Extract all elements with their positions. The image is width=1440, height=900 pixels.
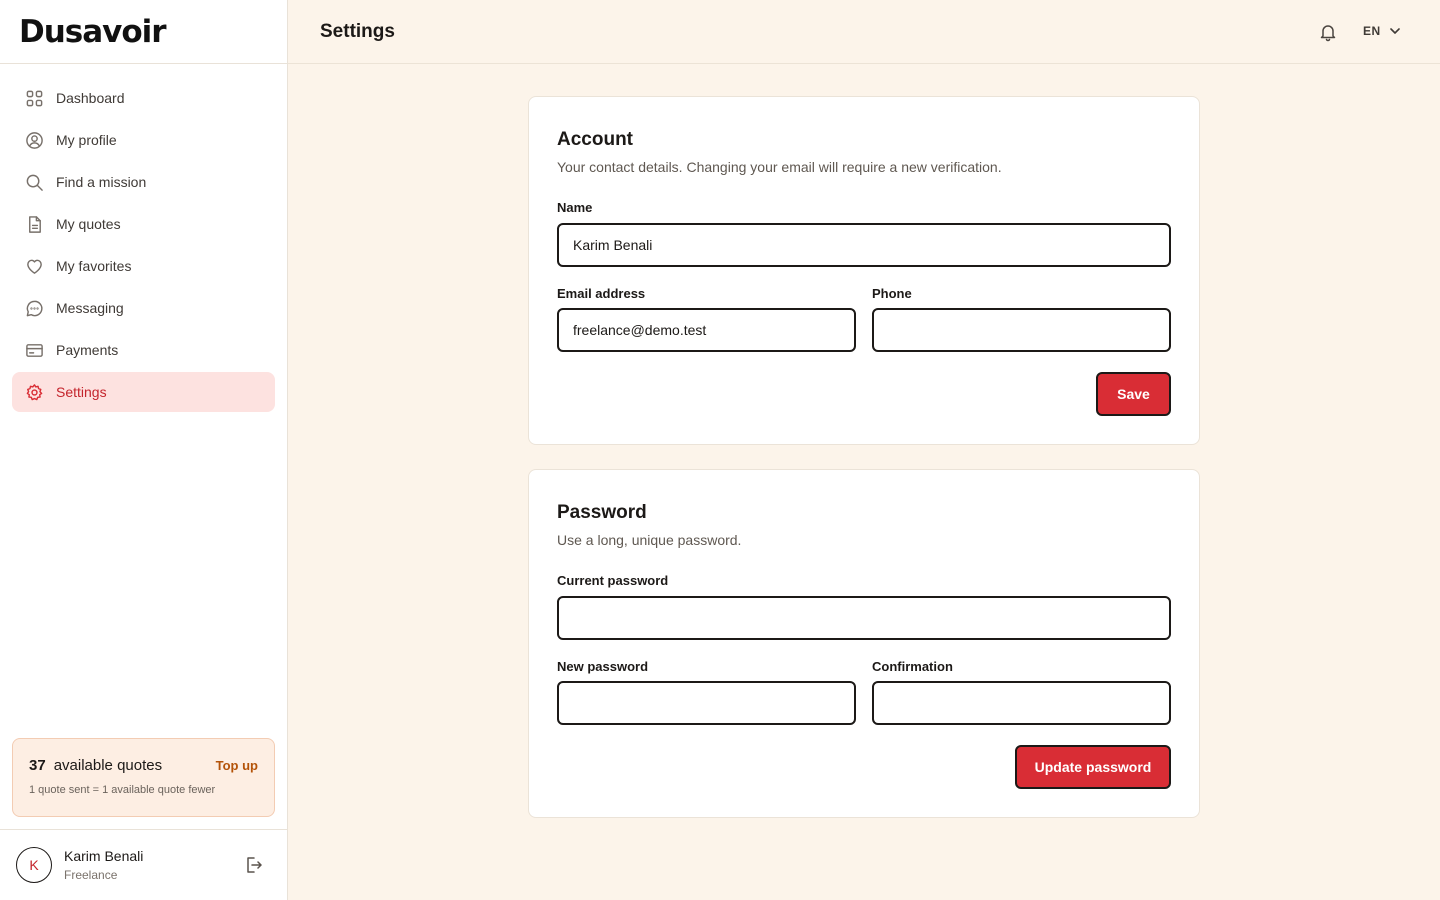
language-label: EN	[1363, 24, 1381, 38]
document-icon	[24, 214, 44, 234]
sidebar-item-label: Payments	[56, 342, 119, 358]
current-password-field[interactable]	[557, 596, 1171, 640]
sidebar-item-label: Settings	[56, 384, 107, 400]
sidebar-item-dashboard[interactable]: Dashboard	[12, 78, 275, 118]
heart-icon	[24, 256, 44, 276]
sidebar: Dusavoir Dashboard My profile Find a mis…	[0, 0, 288, 900]
confirmation-field[interactable]	[872, 681, 1171, 725]
sidebar-item-label: My quotes	[56, 216, 121, 232]
name-label: Name	[557, 200, 593, 215]
bell-icon[interactable]	[1318, 22, 1338, 42]
account-card: Account Your contact details. Changing y…	[528, 96, 1200, 445]
save-button[interactable]: Save	[1096, 372, 1171, 416]
sidebar-item-messaging[interactable]: Messaging	[12, 288, 275, 328]
new-password-label: New password	[557, 659, 649, 674]
quota-count: 37 available quotes	[29, 757, 162, 774]
sidebar-item-find-a-mission[interactable]: Find a mission	[12, 162, 275, 202]
account-title: Account	[557, 129, 633, 150]
brand-name: Dusavoir	[19, 13, 167, 50]
credit-card-icon	[24, 340, 44, 360]
sidebar-item-settings[interactable]: Settings	[12, 372, 275, 412]
sidebar-nav: Dashboard My profile Find a mission My q…	[0, 64, 287, 428]
sidebar-item-my-favorites[interactable]: My favorites	[12, 246, 275, 286]
user-panel: K Karim Benali Freelance	[0, 829, 287, 900]
name-field[interactable]	[557, 223, 1171, 267]
phone-label: Phone	[872, 286, 912, 301]
sidebar-item-label: My favorites	[56, 258, 132, 274]
user-name: Karim Benali	[64, 848, 144, 864]
chat-icon	[24, 298, 44, 318]
sidebar-item-payments[interactable]: Payments	[12, 330, 275, 370]
quota-label: available quotes	[53, 757, 163, 774]
user-role: Freelance	[64, 868, 118, 882]
sidebar-item-label: Find a mission	[56, 174, 147, 190]
email-label: Email address	[557, 286, 646, 301]
logout-icon[interactable]	[243, 855, 263, 875]
quota-number: 37	[29, 757, 46, 774]
avatar[interactable]: K	[16, 847, 52, 883]
sidebar-item-my-quotes[interactable]: My quotes	[12, 204, 275, 244]
quota-note: 1 quote sent = 1 available quote fewer	[29, 784, 216, 796]
confirmation-label: Confirmation	[872, 659, 953, 674]
search-icon	[24, 172, 44, 192]
chevron-down-icon	[1389, 28, 1400, 34]
update-password-button[interactable]: Update password	[1015, 745, 1171, 789]
email-field[interactable]	[557, 308, 856, 352]
top-bar: Settings EN	[288, 0, 1440, 64]
sidebar-item-my-profile[interactable]: My profile	[12, 120, 275, 160]
phone-field[interactable]	[872, 308, 1171, 352]
top-up-link[interactable]: Top up	[216, 758, 258, 773]
language-selector[interactable]: EN	[1363, 24, 1401, 38]
sidebar-item-label: Dashboard	[56, 90, 125, 106]
password-title: Password	[557, 502, 647, 523]
grid-icon	[24, 88, 44, 108]
sidebar-item-label: My profile	[56, 132, 117, 148]
password-description: Use a long, unique password.	[557, 532, 742, 548]
page-title: Settings	[320, 20, 395, 42]
gear-icon	[24, 382, 44, 402]
user-circle-icon	[24, 130, 44, 150]
brand-logo[interactable]: Dusavoir	[0, 0, 287, 64]
current-password-label: Current password	[557, 573, 669, 588]
account-description: Your contact details. Changing your emai…	[557, 159, 1002, 175]
sidebar-item-label: Messaging	[56, 300, 124, 316]
quota-card: 37 available quotes Top up 1 quote sent =…	[12, 738, 275, 817]
new-password-field[interactable]	[557, 681, 856, 725]
password-card: Password Use a long, unique password. Cu…	[528, 469, 1200, 818]
